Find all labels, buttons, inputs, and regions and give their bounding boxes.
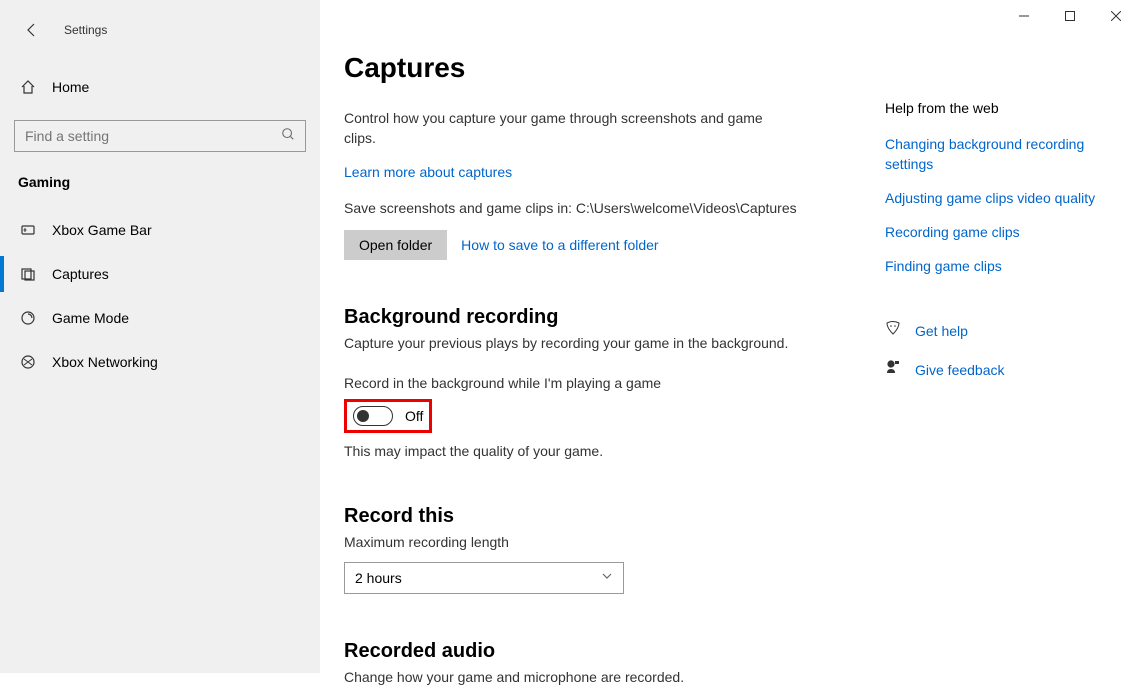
window-controls — [1001, 0, 1139, 32]
nav-item-captures[interactable]: Captures — [0, 252, 320, 296]
give-feedback-link[interactable]: Give feedback — [885, 359, 1115, 380]
help-pane: Help from the web Changing background re… — [885, 100, 1115, 398]
max-length-label: Maximum recording length — [344, 532, 826, 552]
learn-more-link[interactable]: Learn more about captures — [344, 164, 512, 180]
feedback-icon — [885, 359, 901, 380]
back-button[interactable] — [18, 16, 46, 44]
section-header: Gaming — [0, 152, 320, 200]
audio-desc: Change how your game and microphone are … — [344, 667, 826, 687]
help-icon — [885, 320, 901, 341]
app-title: Settings — [64, 23, 107, 37]
bg-toggle-label: Record in the background while I'm playi… — [344, 375, 826, 391]
record-this-heading: Record this — [344, 505, 826, 528]
page-title: Captures — [344, 52, 826, 84]
xbox-icon — [18, 354, 38, 370]
save-path-text: Save screenshots and game clips in: C:\U… — [344, 200, 826, 216]
gamemode-icon — [18, 310, 38, 326]
close-button[interactable] — [1093, 0, 1139, 32]
nav-item-gamemode[interactable]: Game Mode — [0, 296, 320, 340]
home-label: Home — [52, 79, 89, 95]
maximize-button[interactable] — [1047, 0, 1093, 32]
bg-note: This may impact the quality of your game… — [344, 443, 826, 459]
search-input[interactable] — [25, 128, 281, 144]
nav-label: Xbox Game Bar — [52, 222, 152, 238]
help-title: Help from the web — [885, 100, 1115, 116]
minimize-button[interactable] — [1001, 0, 1047, 32]
audio-heading: Recorded audio — [344, 640, 826, 663]
toggle-state-text: Off — [405, 408, 423, 424]
titlebar: Settings — [0, 12, 320, 48]
gamebar-icon — [18, 222, 38, 238]
help-link-finding-clips[interactable]: Finding game clips — [885, 256, 1115, 276]
captures-icon — [18, 266, 38, 282]
bg-recording-heading: Background recording — [344, 306, 826, 329]
nav-list: Xbox Game Bar Captures Game Mode Xbox Ne… — [0, 208, 320, 384]
help-actions: Get help Give feedback — [885, 320, 1115, 380]
chevron-down-icon — [601, 569, 613, 587]
home-nav[interactable]: Home — [0, 70, 320, 104]
sidebar: Settings Home Gaming Xbox Game Bar Captu… — [0, 0, 320, 673]
nav-item-gamebar[interactable]: Xbox Game Bar — [0, 208, 320, 252]
different-folder-link[interactable]: How to save to a different folder — [461, 237, 658, 253]
search-box[interactable] — [14, 120, 306, 152]
open-folder-button[interactable]: Open folder — [344, 230, 447, 260]
bg-recording-toggle[interactable] — [353, 406, 393, 426]
get-help-link[interactable]: Get help — [885, 320, 1115, 341]
nav-label: Captures — [52, 266, 109, 282]
help-link-bg-settings[interactable]: Changing background recording settings — [885, 134, 1115, 174]
highlight-box: Off — [344, 399, 432, 433]
content: Captures Control how you capture your ga… — [320, 12, 850, 673]
help-link-recording-clips[interactable]: Recording game clips — [885, 222, 1115, 242]
main-area: Captures Control how you capture your ga… — [320, 0, 1139, 673]
help-link-video-quality[interactable]: Adjusting game clips video quality — [885, 188, 1115, 208]
search-icon — [281, 127, 295, 146]
intro-text: Control how you capture your game throug… — [344, 108, 764, 148]
home-icon — [18, 79, 38, 95]
select-value: 2 hours — [355, 570, 402, 586]
nav-label: Game Mode — [52, 310, 129, 326]
nav-item-xbox-networking[interactable]: Xbox Networking — [0, 340, 320, 384]
feedback-label: Give feedback — [915, 362, 1005, 378]
max-length-select[interactable]: 2 hours — [344, 562, 624, 594]
get-help-label: Get help — [915, 323, 968, 339]
toggle-knob — [357, 410, 369, 422]
nav-label: Xbox Networking — [52, 354, 158, 370]
bg-recording-desc: Capture your previous plays by recording… — [344, 333, 826, 353]
folder-row: Open folder How to save to a different f… — [344, 230, 826, 260]
